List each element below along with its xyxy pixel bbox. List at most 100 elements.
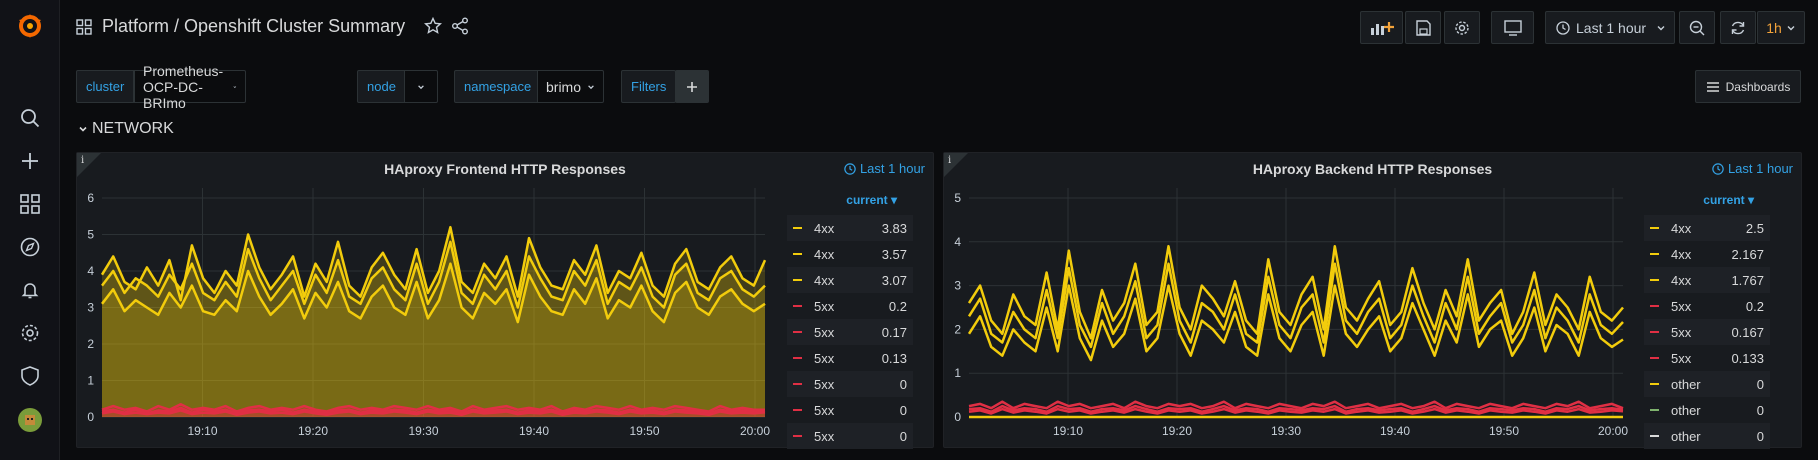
legend-series-name: 4xx: [1671, 272, 1692, 288]
legend-swatch[interactable]: [793, 305, 802, 307]
legend-swatch[interactable]: [1650, 409, 1659, 411]
dashboard-settings-button[interactable]: [1444, 11, 1480, 44]
legend-current-value: 0.17: [881, 324, 907, 340]
dashboards-icon[interactable]: [18, 192, 42, 216]
legend-item[interactable]: 5xx 0: [787, 423, 913, 449]
legend-series-name: other: [1671, 428, 1701, 444]
chart-plot[interactable]: 0 1 2 3 4 5 19:10 19:20 19:30 19:40 19:50 20:00: [944, 153, 1724, 449]
legend-swatch[interactable]: [793, 435, 802, 437]
avatar[interactable]: [18, 408, 42, 432]
legend-item[interactable]: 5xx 0.13: [787, 345, 913, 371]
x-tick-label: 19:10: [187, 424, 217, 438]
legend-series-name: 5xx: [814, 428, 835, 444]
y-tick-label: 4: [87, 264, 94, 278]
x-tick-label: 19:20: [298, 424, 328, 438]
legend-item[interactable]: other 0: [1644, 423, 1770, 449]
dashboards-button[interactable]: Dashboards: [1695, 70, 1801, 103]
legend-swatch[interactable]: [793, 279, 802, 281]
chevron-down-icon: [1787, 25, 1795, 30]
filters-label: Filters: [621, 70, 677, 103]
panel-time-label: Last 1 hour: [859, 161, 925, 176]
search-icon[interactable]: [18, 106, 42, 130]
legend-swatch[interactable]: [793, 409, 802, 411]
legend-item[interactable]: 4xx 2.167: [1644, 241, 1770, 267]
legend-item[interactable]: 5xx 0: [787, 397, 913, 423]
legend-item[interactable]: 4xx 2.5: [1644, 215, 1770, 241]
legend-item[interactable]: 4xx 3.83: [787, 215, 913, 241]
legend-sort-current[interactable]: current ▾: [1644, 193, 1770, 215]
legend-item[interactable]: other 0: [1644, 371, 1770, 397]
row-title: NETWORK: [92, 120, 174, 137]
legend-swatch[interactable]: [1650, 383, 1659, 385]
row-network-toggle[interactable]: NETWORK: [78, 120, 174, 138]
apps-grid-icon: [76, 19, 92, 35]
legend-item[interactable]: 4xx 1.767: [1644, 267, 1770, 293]
legend-swatch[interactable]: [1650, 253, 1659, 255]
y-tick-label: 6: [87, 191, 94, 205]
legend-item[interactable]: 5xx 0: [787, 371, 913, 397]
grafana-logo-icon[interactable]: [14, 10, 46, 42]
save-dashboard-button[interactable]: [1405, 11, 1441, 44]
legend-swatch[interactable]: [1650, 357, 1659, 359]
legend-swatch[interactable]: [793, 383, 802, 385]
legend-swatch[interactable]: [1650, 331, 1659, 333]
node-variable-select[interactable]: [404, 70, 438, 103]
legend-swatch[interactable]: [1650, 305, 1659, 307]
legend-current-value: 0.133: [1731, 350, 1764, 366]
legend-current-value: 0.13: [881, 350, 907, 366]
legend-swatch[interactable]: [1650, 435, 1659, 437]
chart-plot[interactable]: 0 1 2 3 4 5 6 19:10 19:20 19:30 19:40 19:50 20:00: [77, 153, 857, 449]
star-icon[interactable]: [424, 17, 442, 35]
legend-swatch[interactable]: [793, 331, 802, 333]
legend-item[interactable]: other 0: [1644, 397, 1770, 423]
add-filter-button[interactable]: [675, 70, 709, 103]
refresh-button[interactable]: [1720, 11, 1756, 44]
chevron-down-icon: [79, 126, 87, 132]
add-panel-button[interactable]: [1360, 11, 1403, 44]
side-menu: [0, 0, 60, 460]
legend-item[interactable]: 4xx 3.57: [787, 241, 913, 267]
gear-icon[interactable]: [18, 321, 42, 345]
zoom-out-icon: [1689, 20, 1705, 35]
legend-sort-current[interactable]: current ▾: [787, 193, 913, 215]
legend-item[interactable]: 5xx 0.167: [1644, 319, 1770, 345]
x-tick-label: 19:40: [1380, 424, 1410, 438]
x-tick-label: 19:50: [629, 424, 659, 438]
legend-swatch[interactable]: [793, 227, 802, 229]
plus-icon: [687, 81, 697, 92]
panel-haproxy-frontend[interactable]: i HAproxy Frontend HTTP Responses Last 1…: [76, 152, 934, 449]
page-title[interactable]: Platform / Openshift Cluster Summary: [102, 16, 405, 37]
refresh-interval-picker[interactable]: 1h: [1757, 11, 1805, 44]
tv-mode-button[interactable]: [1491, 11, 1534, 44]
legend-swatch[interactable]: [1650, 227, 1659, 229]
time-picker-button[interactable]: Last 1 hour: [1545, 11, 1675, 44]
plus-icon[interactable]: [18, 149, 42, 173]
zoom-out-button[interactable]: [1679, 11, 1715, 44]
legend-series-name: 5xx: [1671, 298, 1692, 314]
legend-swatch[interactable]: [793, 357, 802, 359]
compass-icon[interactable]: [18, 235, 42, 259]
cluster-variable-select[interactable]: Prometheus-OCP-DC-BRImo: [134, 63, 247, 111]
namespace-variable-label: namespace: [454, 70, 542, 103]
legend-current-value: 3.83: [881, 220, 907, 236]
bell-icon[interactable]: [18, 278, 42, 302]
legend-item[interactable]: 5xx 0.2: [1644, 293, 1770, 319]
legend-item[interactable]: 5xx 0.17: [787, 319, 913, 345]
panel-time-info: Last 1 hour: [1712, 161, 1793, 176]
cluster-variable-label: cluster: [76, 70, 135, 103]
shield-icon[interactable]: [18, 364, 42, 388]
legend-current-value: 1.767: [1731, 272, 1764, 288]
chevron-down-icon: [233, 85, 237, 88]
legend-item[interactable]: 5xx 0.133: [1644, 345, 1770, 371]
legend-current-value: 3.07: [881, 272, 907, 288]
x-tick-label: 19:20: [1162, 424, 1192, 438]
chevron-down-icon: [418, 84, 424, 89]
legend-item[interactable]: 5xx 0.2: [787, 293, 913, 319]
legend-item[interactable]: 4xx 3.07: [787, 267, 913, 293]
share-icon[interactable]: [451, 17, 469, 35]
legend-swatch[interactable]: [793, 253, 802, 255]
y-tick-label: 3: [87, 301, 94, 315]
legend-swatch[interactable]: [1650, 279, 1659, 281]
panel-haproxy-backend[interactable]: i HAproxy Backend HTTP Responses Last 1 …: [943, 152, 1802, 449]
namespace-variable-select[interactable]: brimo: [537, 70, 605, 103]
